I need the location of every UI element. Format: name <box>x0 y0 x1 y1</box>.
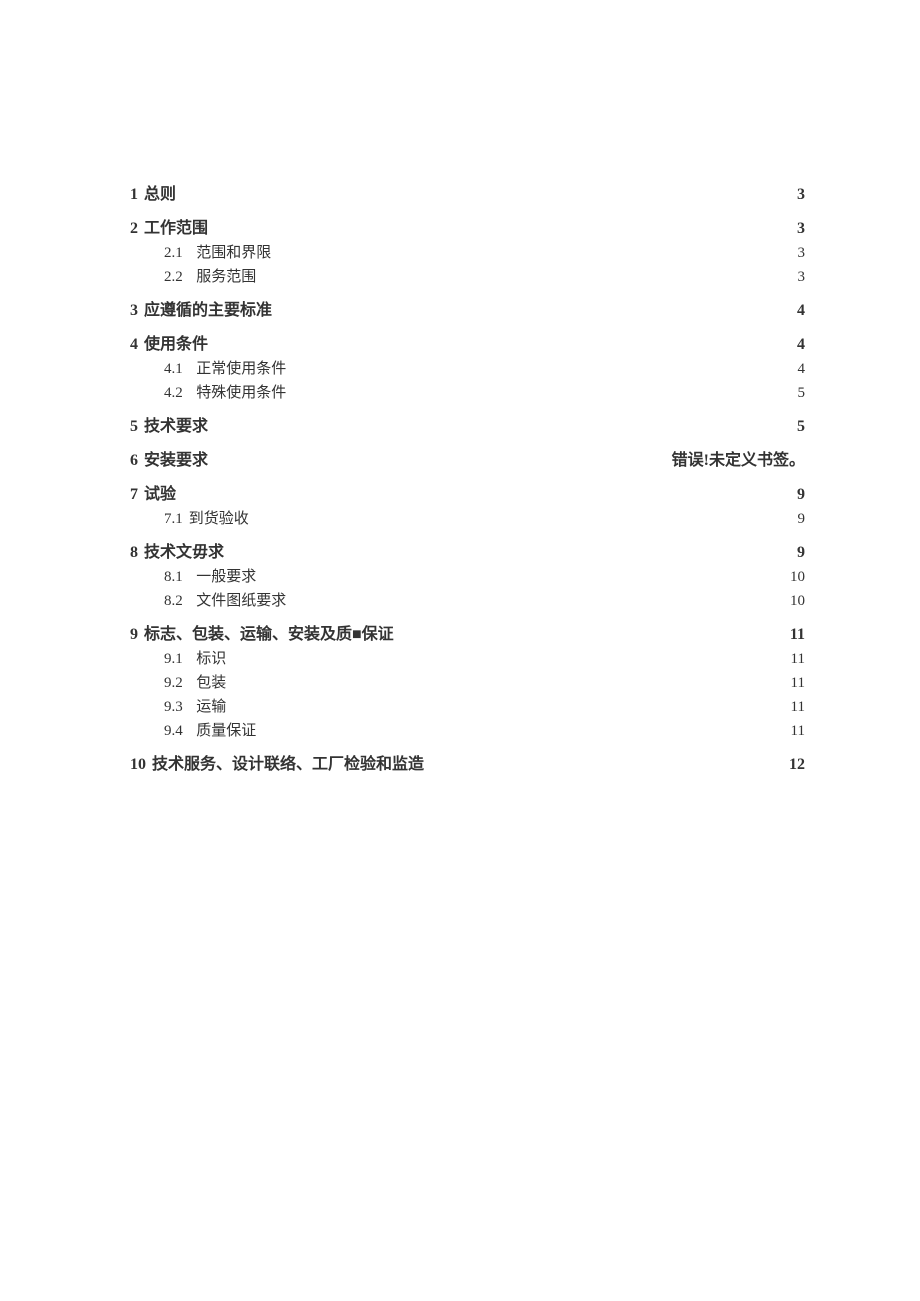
toc-label: 试验 <box>144 480 176 504</box>
toc-entry-6: 6 安装要求 错误!未定义书签。 <box>130 446 805 470</box>
toc-page: 4 <box>797 336 805 354</box>
toc-num: 5 <box>130 418 138 436</box>
toc-num: 2.2 <box>164 269 183 286</box>
toc-entry-10: 10 技术服务、设计联络、工厂检验和监造 12 <box>130 750 805 774</box>
toc-page: 5 <box>797 418 805 436</box>
toc-label: 工作范围 <box>144 214 208 238</box>
toc-label: 到货验收 <box>189 507 249 528</box>
toc-page: 5 <box>798 385 806 402</box>
page-container: 1 总则 3 2 工作范围 3 2.1 范围和界限 3 2.2 服务范围 3 3… <box>0 0 920 1301</box>
toc-entry-9-4: 9.4 质量保证 11 <box>164 719 805 740</box>
toc-label: 技术要求 <box>144 412 208 436</box>
toc-label: 应遵循的主要标准 <box>144 296 272 320</box>
toc-page: 9 <box>797 486 805 504</box>
toc-num: 8 <box>130 544 138 562</box>
toc-num: 1 <box>130 186 138 204</box>
toc-label: 包装 <box>196 671 226 692</box>
toc-num: 7 <box>130 486 138 504</box>
toc-entry-9-3: 9.3 运输 11 <box>164 695 805 716</box>
toc-label: 服务范围 <box>196 265 256 286</box>
toc-page: 9 <box>798 511 806 528</box>
toc-label: 文件图纸要求 <box>196 589 286 610</box>
toc-entry-2-1: 2.1 范围和界限 3 <box>164 241 805 262</box>
toc-num: 4.2 <box>164 385 183 402</box>
toc-label: 标识 <box>196 647 226 668</box>
toc-num: 2 <box>130 220 138 238</box>
toc-entry-9-2: 9.2 包装 11 <box>164 671 805 692</box>
toc-page: 11 <box>791 699 805 716</box>
toc-page: 3 <box>798 245 806 262</box>
toc-label: 安装要求 <box>144 446 208 470</box>
toc-entry-5: 5 技术要求 5 <box>130 412 805 436</box>
toc-entry-8-1: 8.1 一般要求 10 <box>164 565 805 586</box>
toc-entry-9-1: 9.1 标识 11 <box>164 647 805 668</box>
toc-num: 4.1 <box>164 361 183 378</box>
toc-label: 总则 <box>144 180 176 204</box>
toc-num: 9.1 <box>164 651 183 668</box>
toc-page: 11 <box>790 626 805 644</box>
toc-label: 标志、包装、运输、安装及质■保证 <box>144 620 394 644</box>
toc-num: 3 <box>130 302 138 320</box>
toc-num: 10 <box>130 756 146 774</box>
toc-entry-8: 8 技术文毋求 9 <box>130 538 805 562</box>
toc-page: 4 <box>797 302 805 320</box>
toc-label: 正常使用条件 <box>196 357 286 378</box>
toc-page: 3 <box>798 269 806 286</box>
toc-page-error: 错误!未定义书签。 <box>672 446 805 470</box>
toc-page: 11 <box>791 651 805 668</box>
toc-page: 9 <box>797 544 805 562</box>
toc-num: 9 <box>130 626 138 644</box>
toc-label: 技术文毋求 <box>144 538 224 562</box>
toc-entry-4-1: 4.1 正常使用条件 4 <box>164 357 805 378</box>
toc-page: 10 <box>790 593 805 610</box>
toc-page: 11 <box>791 675 805 692</box>
toc-page: 12 <box>789 756 805 774</box>
toc-entry-2: 2 工作范围 3 <box>130 214 805 238</box>
toc-page: 4 <box>798 361 806 378</box>
toc-entry-4: 4 使用条件 4 <box>130 330 805 354</box>
toc-label: 一般要求 <box>196 565 256 586</box>
toc-num: 7.1 <box>164 511 183 528</box>
toc-entry-2-2: 2.2 服务范围 3 <box>164 265 805 286</box>
toc-entry-3: 3 应遵循的主要标准 4 <box>130 296 805 320</box>
toc-label: 技术服务、设计联络、工厂检验和监造 <box>152 750 424 774</box>
toc-page: 11 <box>791 723 805 740</box>
toc-label: 运输 <box>196 695 226 716</box>
toc-label: 质量保证 <box>196 719 256 740</box>
toc-num: 2.1 <box>164 245 183 262</box>
toc-num: 9.4 <box>164 723 183 740</box>
toc-label: 特殊使用条件 <box>196 381 286 402</box>
toc-entry-4-2: 4.2 特殊使用条件 5 <box>164 381 805 402</box>
toc-num: 9.2 <box>164 675 183 692</box>
toc-page: 3 <box>797 220 805 238</box>
toc-entry-8-2: 8.2 文件图纸要求 10 <box>164 589 805 610</box>
toc-page: 10 <box>790 569 805 586</box>
toc-label: 使用条件 <box>144 330 208 354</box>
toc-num: 9.3 <box>164 699 183 716</box>
toc-num: 4 <box>130 336 138 354</box>
toc-entry-7-1: 7.1 到货验收 9 <box>164 507 805 528</box>
toc-label: 范围和界限 <box>196 241 271 262</box>
toc-page: 3 <box>797 186 805 204</box>
toc-entry-1: 1 总则 3 <box>130 180 805 204</box>
toc-entry-7: 7 试验 9 <box>130 480 805 504</box>
toc-num: 6 <box>130 452 138 470</box>
toc-entry-9: 9 标志、包装、运输、安装及质■保证 11 <box>130 620 805 644</box>
toc-num: 8.2 <box>164 593 183 610</box>
toc-num: 8.1 <box>164 569 183 586</box>
table-of-contents: 1 总则 3 2 工作范围 3 2.1 范围和界限 3 2.2 服务范围 3 3… <box>130 180 805 774</box>
